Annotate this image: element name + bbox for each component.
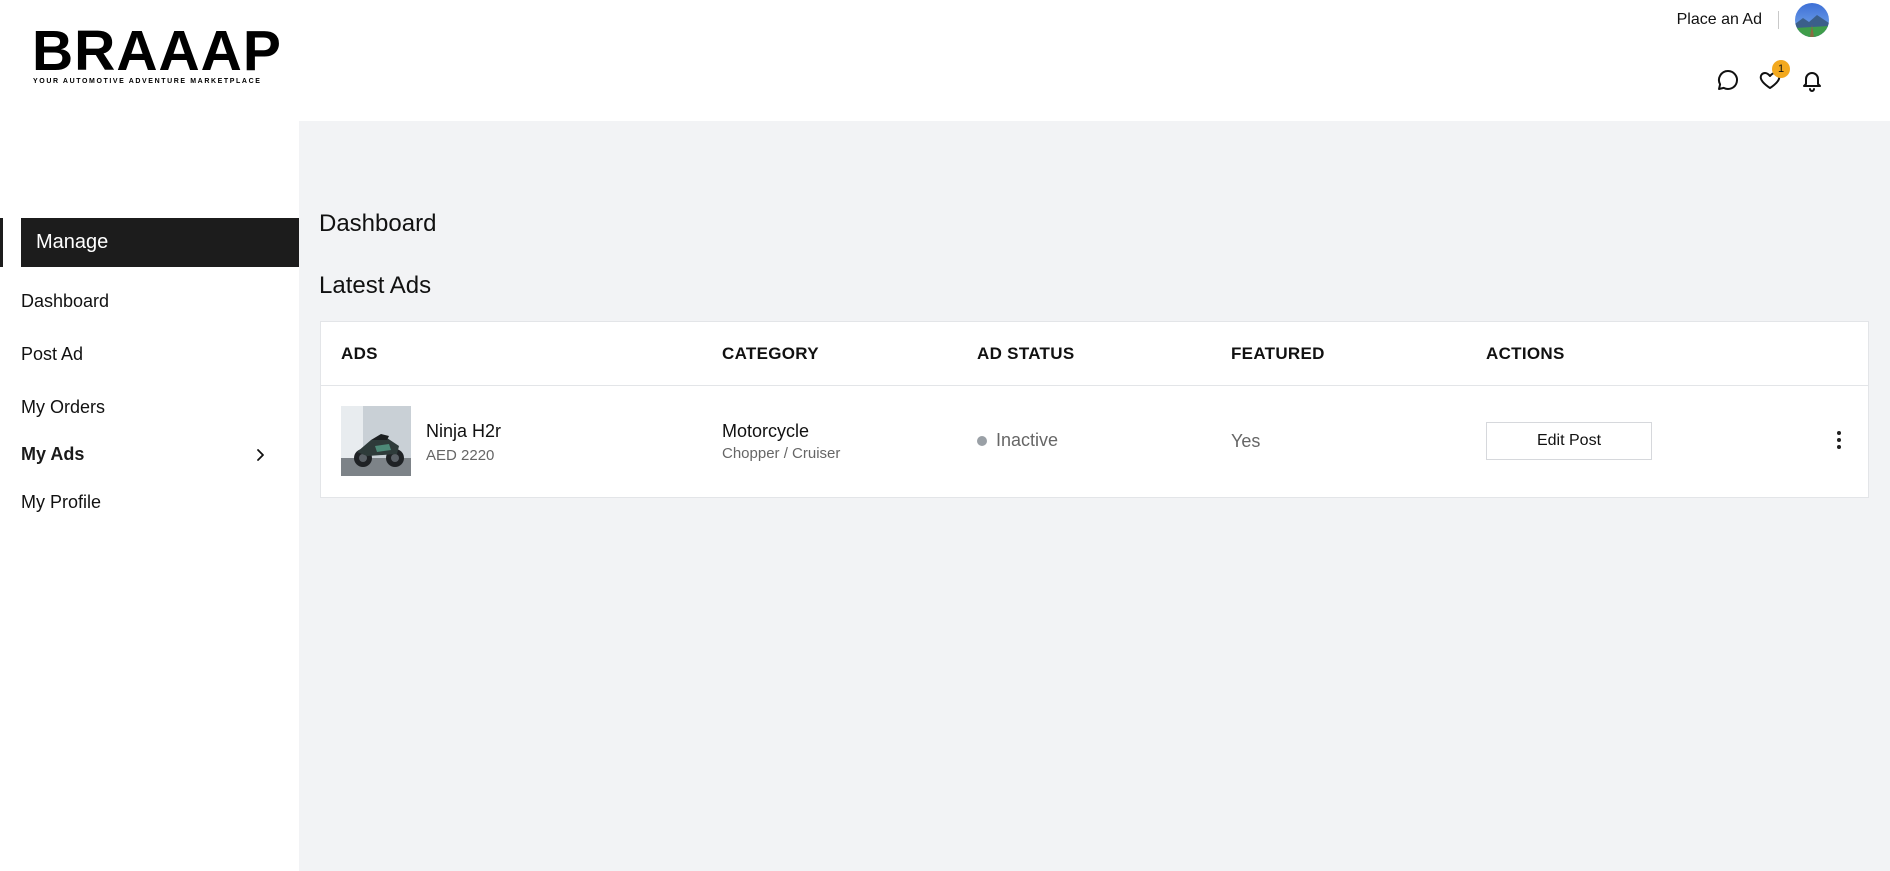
header-icons: 1 bbox=[1714, 60, 1826, 94]
top-header: BRAAAP YOUR AUTOMOTIVE ADVENTURE MARKETP… bbox=[0, 0, 1890, 121]
latest-ads-heading: Latest Ads bbox=[319, 272, 432, 299]
latest-ads-table: ADS CATEGORY AD STATUS FEATURED ACTIONS bbox=[320, 321, 1869, 498]
page-title: Dashboard bbox=[319, 210, 437, 237]
manage-indicator bbox=[0, 218, 3, 267]
edit-post-button[interactable]: Edit Post bbox=[1486, 422, 1652, 460]
sidebar-item-post-ad[interactable]: Post Ad bbox=[21, 344, 83, 365]
chevron-right-icon[interactable] bbox=[253, 448, 267, 462]
place-ad-link[interactable]: Place an Ad bbox=[1677, 11, 1762, 29]
user-avatar[interactable] bbox=[1795, 3, 1829, 37]
ad-category: Motorcycle bbox=[722, 421, 810, 441]
column-header-ad-status: AD STATUS bbox=[977, 344, 1075, 363]
ad-status-label: Inactive bbox=[996, 430, 1059, 450]
ad-status: Inactive bbox=[977, 430, 1058, 451]
column-header-category: CATEGORY bbox=[722, 344, 819, 363]
sidebar: Manage Dashboard Post Ad My Orders My Ad… bbox=[0, 121, 299, 871]
kebab-menu-icon[interactable] bbox=[1835, 429, 1843, 451]
sidebar-item-my-ads[interactable]: My Ads bbox=[21, 444, 84, 465]
ad-subcategory: Chopper / Cruiser bbox=[722, 445, 841, 462]
column-header-actions: ACTIONS bbox=[1486, 344, 1565, 363]
table-header: ADS CATEGORY AD STATUS FEATURED ACTIONS bbox=[321, 322, 1868, 386]
ad-title[interactable]: Ninja H2r bbox=[426, 421, 501, 442]
manage-heading: Manage bbox=[21, 218, 299, 267]
sidebar-item-dashboard[interactable]: Dashboard bbox=[21, 291, 109, 312]
logo-tagline: YOUR AUTOMOTIVE ADVENTURE MARKETPLACE bbox=[33, 78, 262, 85]
bell-icon[interactable] bbox=[1798, 66, 1826, 94]
sidebar-section-manage: Manage bbox=[0, 218, 299, 267]
favorites-button[interactable]: 1 bbox=[1756, 60, 1790, 94]
ad-price: AED 2220 bbox=[426, 447, 495, 464]
header-divider bbox=[1778, 11, 1779, 29]
ad-featured: Yes bbox=[1231, 431, 1261, 451]
status-dot-icon bbox=[977, 435, 987, 446]
column-header-ads: ADS bbox=[341, 344, 378, 363]
table-row: Ninja H2r AED 2220 Motorcycle Chopper / … bbox=[321, 386, 1868, 497]
chat-icon[interactable] bbox=[1714, 66, 1742, 94]
favorites-count-badge: 1 bbox=[1772, 60, 1790, 78]
ad-thumbnail[interactable] bbox=[341, 406, 411, 476]
brand-logo[interactable]: BRAAAP YOUR AUTOMOTIVE ADVENTURE MARKETP… bbox=[32, 19, 282, 86]
column-header-featured: FEATURED bbox=[1231, 344, 1325, 363]
header-account-area: Place an Ad bbox=[1677, 3, 1829, 37]
sidebar-item-my-profile[interactable]: My Profile bbox=[21, 492, 101, 513]
sidebar-item-my-orders[interactable]: My Orders bbox=[21, 397, 105, 418]
logo-wordmark: BRAAAP bbox=[32, 19, 282, 83]
main-content: Dashboard Latest Ads ADS CATEGORY AD STA… bbox=[299, 121, 1890, 871]
